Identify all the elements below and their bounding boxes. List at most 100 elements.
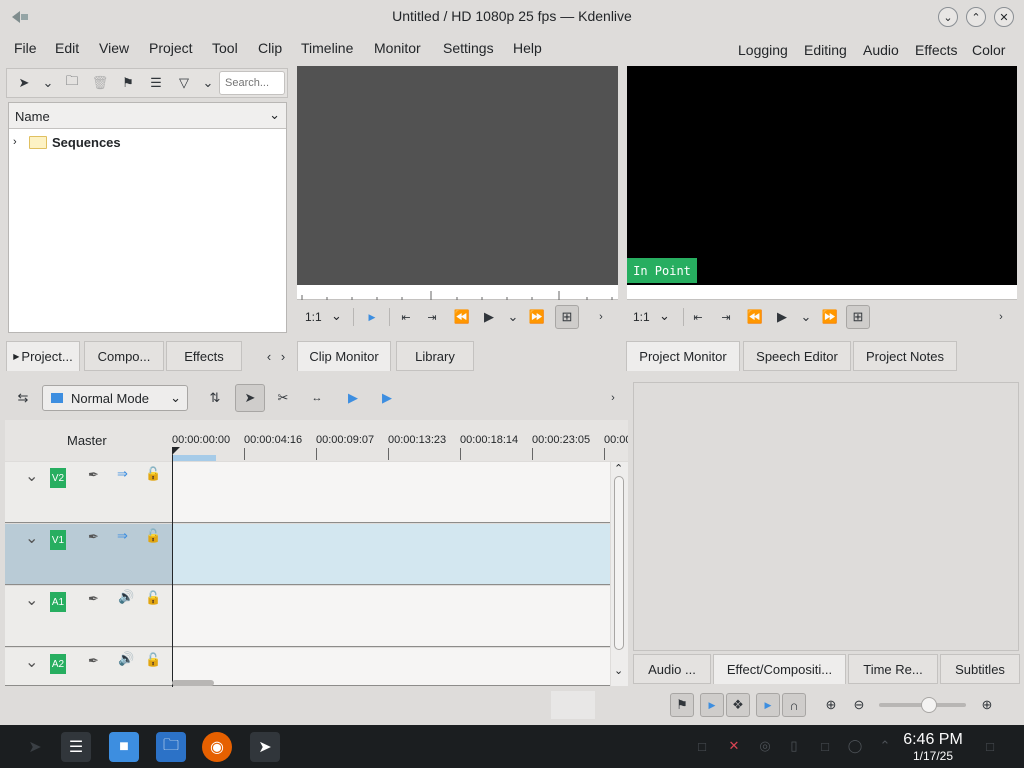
play-options-chevron-icon[interactable]: ⌄ (795, 306, 817, 328)
volume-muted-icon[interactable]: ✕ (726, 738, 742, 754)
more-icon[interactable]: › (602, 387, 624, 409)
menu-timeline[interactable]: Timeline (301, 40, 353, 56)
scroll-up-icon[interactable]: ⌃ (614, 462, 623, 475)
ripple-tool-icon[interactable]: ▶ (342, 387, 364, 409)
workspace-effects[interactable]: Effects (915, 42, 958, 58)
minimize-icon[interactable]: ⌄ (938, 7, 958, 27)
tag-icon[interactable]: ⚑ (670, 693, 694, 717)
menu-tool[interactable]: Tool (212, 40, 238, 56)
tab-time-remap[interactable]: Time Re... (848, 654, 938, 684)
filter-dropdown-icon[interactable]: ⌄ (197, 72, 219, 94)
playhead[interactable] (172, 455, 173, 687)
project-monitor-ruler[interactable] (627, 285, 1017, 300)
add-clip-icon[interactable]: ➤ (13, 72, 35, 94)
crop-icon[interactable]: ⊞ (555, 305, 579, 329)
menu-clip[interactable]: Clip (258, 40, 282, 56)
filter-icon[interactable]: ▽ (173, 72, 195, 94)
split-audio-icon[interactable]: ❖ (726, 693, 750, 717)
zoom-fit-icon[interactable]: ⊕ (820, 694, 842, 716)
menu-monitor[interactable]: Monitor (374, 40, 421, 56)
timeline-vertical-scrollbar[interactable]: ⌃ ⌄ (611, 462, 628, 686)
maximize-icon[interactable]: ⌃ (966, 7, 986, 27)
device-icon[interactable]: □ (817, 738, 833, 754)
forward-icon[interactable]: ⏩ (526, 306, 548, 328)
crop-icon[interactable]: ⊞ (846, 305, 870, 329)
set-out-point-icon[interactable]: ⇥ (421, 306, 443, 328)
razor-tool-icon[interactable]: ✂ (272, 387, 294, 409)
menu-edit[interactable]: Edit (55, 40, 79, 56)
search-input[interactable] (219, 71, 285, 95)
clip-monitor-screen[interactable] (297, 66, 618, 285)
track-header-v2[interactable]: ⌄ V2 ✒ ⇒ 🔓 (5, 462, 172, 523)
collapse-icon[interactable]: ⌄ (25, 652, 38, 672)
close-icon[interactable]: ✕ (994, 7, 1014, 27)
marker-icon[interactable]: ▶ (361, 306, 383, 328)
tab-clip-monitor[interactable]: Clip Monitor (297, 341, 391, 371)
firefox-icon[interactable]: ◉ (202, 732, 232, 762)
effects-icon[interactable]: ✒ (88, 467, 99, 483)
set-out-point-icon[interactable]: ⇥ (715, 306, 737, 328)
snap-icon[interactable]: ∩ (782, 693, 806, 717)
workspace-editing[interactable]: Editing (804, 42, 847, 58)
edit-mode-select[interactable]: Normal Mode ⌄ (42, 385, 188, 411)
play-icon[interactable]: ▶ (771, 306, 793, 328)
clipboard-icon[interactable]: □ (694, 738, 710, 754)
kdenlive-taskbar-icon[interactable]: ➤ (250, 732, 280, 762)
scrollbar-thumb[interactable] (172, 680, 214, 686)
discover-icon[interactable]: ■ (109, 732, 139, 762)
more-icon[interactable]: › (990, 306, 1012, 328)
more-icon[interactable]: › (590, 306, 612, 328)
menu-settings[interactable]: Settings (443, 40, 494, 56)
tab-project-monitor[interactable]: Project Monitor (626, 341, 740, 371)
collapse-icon[interactable]: ⌄ (25, 590, 38, 610)
delete-icon[interactable]: 🗑 (89, 72, 111, 94)
tab-subtitles[interactable]: Subtitles (940, 654, 1020, 684)
tab-speech-editor[interactable]: Speech Editor (743, 341, 851, 371)
network-icon[interactable]: ◎ (757, 738, 773, 754)
multitrack-icon[interactable]: ⇅ (204, 387, 226, 409)
timeline-horizontal-scrollbar[interactable] (172, 679, 611, 689)
tray-expand-icon[interactable]: ⌃ (877, 738, 893, 754)
tab-effect-composition[interactable]: Effect/Compositi... (713, 654, 846, 684)
rewind-icon[interactable]: ⏪ (451, 306, 473, 328)
rewind-icon[interactable]: ⏪ (744, 306, 766, 328)
zoom-slider[interactable] (879, 697, 966, 713)
lock-icon[interactable]: 🔓 (145, 590, 161, 606)
zoom-out-icon[interactable]: ⊖ (848, 694, 870, 716)
collapse-icon[interactable]: ⌄ (25, 466, 38, 486)
set-in-point-icon[interactable]: ⇤ (687, 306, 709, 328)
video-enable-icon[interactable]: ⇒ (117, 528, 128, 544)
track-header-a2[interactable]: ⌄ A2 ✒ 🔊 🔓 (5, 648, 172, 686)
speaker-icon[interactable]: 🔊 (118, 651, 134, 667)
video-enable-icon[interactable]: ⇒ (117, 466, 128, 482)
preview-icon[interactable]: ▶ (756, 693, 780, 717)
clock[interactable]: 6:46 PM 1/17/25 (894, 731, 972, 763)
marker-icon[interactable]: ▶ (700, 693, 724, 717)
speaker-icon[interactable]: 🔊 (118, 589, 134, 605)
menu-view[interactable]: View (99, 40, 129, 56)
play-icon[interactable]: ▶ (478, 306, 500, 328)
forward-icon[interactable]: ⏩ (819, 306, 841, 328)
tab-compositions[interactable]: Compo... (84, 341, 164, 371)
tab-audio-mixer[interactable]: Audio ... (633, 654, 711, 684)
chevron-down-icon[interactable]: ⌄ (331, 308, 342, 324)
track-v1[interactable] (173, 524, 610, 585)
timeline-master-header[interactable]: Master (5, 420, 172, 461)
zoom-slider-handle[interactable] (921, 697, 937, 713)
chevron-down-icon[interactable]: ⌄ (269, 107, 280, 123)
track-a1[interactable] (173, 586, 610, 647)
clip-monitor-ruler[interactable] (297, 285, 618, 300)
tab-project-bin[interactable]: ▶ Project... (6, 341, 80, 371)
show-desktop-icon[interactable]: □ (982, 738, 998, 754)
chevron-down-icon[interactable]: ⌄ (37, 72, 59, 94)
effects-icon[interactable]: ✒ (88, 591, 99, 607)
spacer-tool-icon[interactable]: ↔ (306, 387, 328, 409)
settings-icon[interactable]: ☰ (61, 732, 91, 762)
effects-icon[interactable]: ✒ (88, 653, 99, 669)
chevron-down-icon[interactable]: ⌄ (659, 308, 670, 324)
app-launcher-icon[interactable]: ➤ (20, 732, 50, 762)
menu-file[interactable]: File (14, 40, 37, 56)
track-v2[interactable] (173, 462, 610, 523)
lock-icon[interactable]: 🔓 (145, 652, 161, 668)
menu-lines-icon[interactable]: ☰ (145, 72, 167, 94)
